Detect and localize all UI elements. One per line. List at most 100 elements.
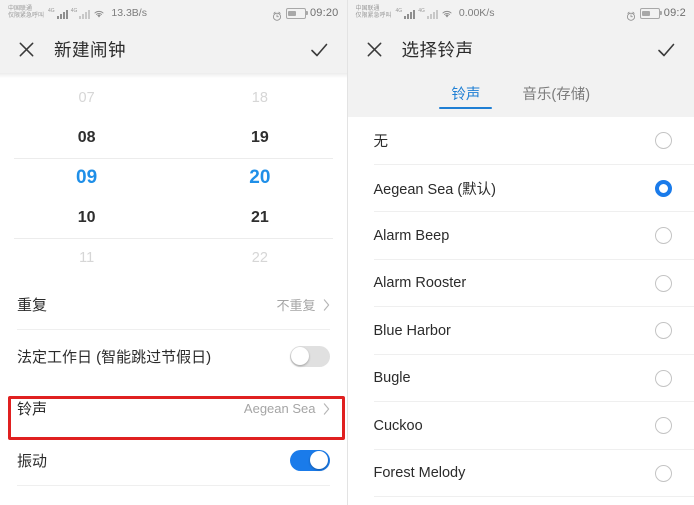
carrier-line-1: 中国联通 [355, 5, 380, 12]
radio-button[interactable] [655, 464, 672, 482]
app-bar-left: 新建闹钟 [0, 26, 347, 73]
carrier-label: 中国联通 仅限紧急呼叫 [356, 6, 392, 21]
setting-label: 铃声 [17, 400, 48, 418]
minute-option[interactable]: 22 [173, 238, 346, 278]
radio-button-selected[interactable] [655, 179, 672, 197]
alarm-settings-list: 重复 不重复 法定工作日 (智能跳过节假日) 铃声 Aegean Sea 振动 [0, 278, 347, 505]
ringtone-list: 无 Aegean Sea (默认) Alarm Beep Alarm Roost… [347, 117, 694, 497]
radio-button[interactable] [655, 322, 672, 340]
hour-option[interactable]: 08 [0, 118, 173, 158]
wifi-icon [441, 9, 453, 19]
app-bar-right: 选择铃声 [347, 26, 694, 73]
ringtone-label: Blue Harbor [373, 322, 451, 339]
setting-value-group [289, 345, 330, 367]
ringtone-tabs: 铃声 音乐(存储) [347, 73, 694, 117]
right-screen-select-ringtone: 中国联通 仅限紧急呼叫 4G 4G 0.00K/s 09:2 选择铃声 铃声 音… [346, 0, 694, 505]
setting-row-repeat[interactable]: 重复 不重复 [0, 278, 347, 330]
picker-divider-bottom [14, 238, 333, 239]
ringtone-label: Aegean Sea (默认) [373, 181, 497, 198]
status-bar-left: 中国联通 仅限紧急呼叫 4G 4G 13.3B/s 09:20 [0, 0, 347, 26]
setting-row-workday[interactable]: 法定工作日 (智能跳过节假日) [0, 330, 347, 382]
signal-bars-icon [56, 9, 68, 19]
setting-value-group: 不重复 [276, 295, 329, 314]
minute-wheel[interactable]: 18 19 20 21 22 [173, 78, 346, 278]
alarm-clock-icon [272, 8, 282, 21]
close-icon[interactable] [17, 40, 36, 59]
list-item[interactable]: 无 [348, 117, 694, 165]
chevron-right-icon [323, 298, 330, 311]
status-clock: 09:2 [663, 7, 686, 19]
setting-row-vibrate[interactable]: 振动 [0, 434, 347, 486]
setting-label: 稍后提醒 [17, 502, 77, 505]
hour-wheel[interactable]: 07 08 09 10 11 [0, 78, 173, 278]
hour-option[interactable]: 11 [0, 238, 173, 278]
radio-button[interactable] [655, 132, 672, 150]
setting-label: 振动 [17, 452, 48, 470]
minute-option[interactable]: 19 [173, 118, 346, 158]
battery-icon [639, 7, 662, 19]
signal-bars-secondary-icon [79, 9, 91, 19]
hour-option-selected[interactable]: 09 [0, 158, 173, 198]
workday-toggle[interactable] [289, 345, 330, 367]
tab-music-storage[interactable]: 音乐(存储) [518, 73, 594, 117]
status-icons: 4G 4G [48, 8, 105, 19]
network-type-label: 4G [395, 7, 403, 14]
page-title: 选择铃声 [401, 40, 474, 60]
alarm-clock-icon [626, 8, 636, 21]
status-bar-right-group: 09:20 [272, 7, 339, 21]
check-icon[interactable] [655, 39, 677, 61]
status-bar-right: 中国联通 仅限紧急呼叫 4G 4G 0.00K/s 09:2 [347, 0, 694, 26]
list-item[interactable]: Blue Harbor [348, 307, 694, 355]
left-screen-new-alarm: 中国联通 仅限紧急呼叫 4G 4G 13.3B/s 09:20 新建闹钟 07 … [0, 0, 347, 505]
time-picker[interactable]: 07 08 09 10 11 18 19 20 21 22 [0, 78, 347, 278]
setting-value-group [289, 449, 330, 471]
ringtone-label: Bugle [373, 370, 411, 387]
radio-button[interactable] [655, 417, 672, 435]
minute-option-selected[interactable]: 20 [173, 158, 346, 198]
minute-option[interactable]: 21 [173, 198, 346, 238]
setting-label: 法定工作日 (智能跳过节假日) [17, 348, 212, 366]
picker-divider-top [14, 158, 333, 159]
setting-row-snooze[interactable]: 稍后提醒 10分钟 [0, 486, 347, 505]
radio-button[interactable] [655, 369, 672, 387]
hour-option[interactable]: 07 [0, 78, 173, 118]
signal-bars-secondary-icon [426, 9, 438, 19]
setting-value-group: Aegean Sea [244, 401, 330, 416]
list-item[interactable]: Alarm Rooster [348, 260, 694, 307]
list-item[interactable]: Aegean Sea (默认) [348, 165, 694, 212]
radio-button[interactable] [655, 274, 672, 292]
dual-screenshot-container: 中国联通 仅限紧急呼叫 4G 4G 13.3B/s 09:20 新建闹钟 07 … [0, 0, 694, 505]
close-icon[interactable] [365, 40, 384, 59]
carrier-line-2: 仅限紧急呼叫 [355, 13, 392, 19]
status-bar-right-group: 09:2 [626, 7, 686, 21]
network-speed-label: 13.3B/s [111, 7, 147, 19]
hour-option[interactable]: 10 [0, 198, 173, 238]
setting-row-ringtone[interactable]: 铃声 Aegean Sea [0, 382, 347, 434]
ringtone-label: Forest Melody [373, 465, 466, 482]
list-item[interactable]: Alarm Beep [348, 212, 694, 260]
list-item[interactable]: Cuckoo [348, 402, 694, 450]
ringtone-label: Cuckoo [373, 417, 423, 434]
network-type-label-2: 4G [70, 7, 78, 14]
ringtone-label: 无 [373, 134, 389, 151]
list-item[interactable]: Forest Melody [348, 450, 694, 497]
status-icons: 4G 4G [396, 8, 453, 19]
vibrate-toggle[interactable] [289, 449, 330, 471]
setting-value: Aegean Sea [243, 400, 316, 416]
list-item[interactable]: Bugle [348, 355, 694, 402]
chevron-right-icon [323, 402, 330, 415]
radio-button[interactable] [655, 227, 672, 245]
setting-label: 重复 [17, 296, 48, 314]
network-speed-label: 0.00K/s [458, 7, 495, 19]
battery-icon [285, 7, 308, 19]
network-type-label: 4G [48, 7, 55, 14]
setting-value: 不重复 [276, 297, 316, 313]
wifi-icon [93, 9, 105, 19]
status-clock: 09:20 [309, 7, 339, 19]
tab-ringtone[interactable]: 铃声 [439, 73, 493, 117]
carrier-line-2: 仅限紧急呼叫 [8, 13, 45, 19]
network-type-label-2: 4G [418, 7, 425, 14]
minute-option[interactable]: 18 [173, 78, 346, 118]
carrier-label: 中国联通 仅限紧急呼叫 [8, 6, 44, 21]
check-icon[interactable] [308, 39, 330, 61]
